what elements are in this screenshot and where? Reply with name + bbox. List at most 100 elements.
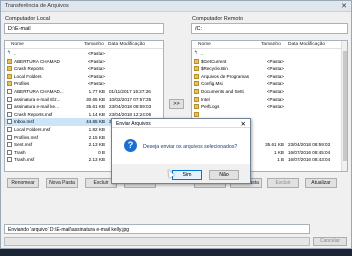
local-file-row[interactable]: ↰.. <Pasta> — [5, 50, 163, 58]
file-date: 23/04/2018 08:59:03 — [288, 142, 331, 148]
folder-icon — [7, 58, 12, 64]
local-new-folder-button[interactable]: Nova Pasta — [46, 178, 78, 188]
file-icon — [7, 157, 12, 163]
file-name: Profiles.msf — [14, 134, 38, 140]
local-label: Computador Local — [5, 16, 50, 22]
folder-icon — [194, 89, 199, 94]
remote-scrollbar[interactable] — [341, 41, 347, 171]
folder-icon — [194, 66, 199, 72]
folder-icon — [7, 73, 12, 79]
remote-file-row[interactable]: $GetCurrent <Pasta> — [192, 58, 347, 66]
local-file-row[interactable]: assinatura e-mail ke... 35.61 KB 23/04/201… — [5, 103, 163, 111]
remote-file-row[interactable]: Documents and Setti <Pasta> — [192, 88, 347, 96]
file-date: 23/04/2018 08:59:03 — [109, 104, 152, 110]
dialog-close-icon[interactable]: ✕ — [241, 120, 246, 128]
dialog-title: Enviar Arquivos — [116, 121, 151, 127]
file-name: Crash Reports.msf — [14, 111, 53, 117]
file-name: assinatura e-mail ke... — [14, 104, 59, 110]
file-name: Intel — [201, 96, 210, 102]
file-icon — [7, 89, 12, 94]
file-size: 44.65 KB — [86, 119, 105, 125]
file-size: 1.14 KB — [88, 111, 105, 117]
file-size: <Pasta> — [87, 73, 105, 79]
up-arrow-icon: ↰ — [194, 50, 199, 56]
cancel-button[interactable]: Cancelar — [313, 237, 347, 246]
local-file-row[interactable]: Crash Reports <Pasta> — [5, 65, 163, 73]
transfer-button[interactable]: >> — [169, 99, 184, 109]
remote-path-input[interactable]: /C: — [191, 23, 348, 34]
folder-icon — [194, 96, 199, 102]
file-name: Sent.msf — [14, 142, 33, 148]
file-name: Inbox.msf — [14, 119, 34, 125]
file-name: Config.Msi — [201, 81, 223, 87]
remote-file-row[interactable]: ↰.. — [192, 50, 347, 58]
file-date: 16/07/2016 08:45:04 — [288, 149, 331, 155]
folder-icon — [194, 111, 199, 117]
file-name: $GetCurrent — [201, 58, 227, 64]
transfer-progress-bar — [4, 237, 310, 246]
dialog-title-bar: Enviar Arquivos ✕ — [112, 119, 250, 128]
remote-header-name[interactable]: Nome — [198, 42, 211, 47]
remote-file-row[interactable]: PerfLogs <Pasta> — [192, 103, 347, 111]
file-name: .. — [201, 51, 204, 56]
file-name: Local Folders.msf — [14, 127, 51, 132]
dialog-no-button[interactable]: Não — [209, 170, 239, 180]
file-name: ABERTURA CHAMAD — [14, 58, 60, 64]
file-size: <Pasta> — [266, 58, 284, 64]
dialog-yes-button[interactable]: Sim — [172, 170, 202, 180]
status-text: Enviando 'arquivo' D:\E-mail\assinatura … — [4, 224, 310, 234]
remote-label: Computador Remoto — [192, 16, 244, 22]
up-arrow-icon: ↰ — [7, 50, 12, 56]
file-name: Profiles — [14, 81, 30, 87]
remote-file-row[interactable]: Intel <Pasta> — [192, 96, 347, 104]
local-header-date[interactable]: Data Modificação — [108, 42, 145, 47]
file-name: Local Folders — [14, 73, 42, 79]
file-size: <Pasta> — [266, 89, 284, 94]
remote-refresh-button[interactable]: Atualizar — [305, 178, 337, 188]
file-size: 2.13 KB — [88, 142, 105, 148]
file-name: .. — [14, 51, 17, 56]
file-size: <Pasta> — [87, 81, 105, 87]
remote-file-row[interactable]: Arquivos de Programas <Pasta> — [192, 73, 347, 81]
file-size: 1 B — [277, 157, 284, 163]
remote-file-row[interactable]: $Recycle.Bin <Pasta> — [192, 65, 347, 73]
file-transfer-window: Transferência de Arquivos ✕ Computador L… — [0, 0, 352, 249]
file-size: 2.13 KB — [88, 157, 105, 163]
folder-icon — [194, 81, 199, 87]
file-size: 35.61 KB — [86, 104, 105, 110]
local-file-row[interactable]: ABERTURA CHAMAD <Pasta> — [5, 58, 163, 66]
file-size: 1.77 KB — [88, 89, 105, 94]
file-name: PerfLogs — [201, 104, 220, 110]
remote-scrollbar-thumb[interactable] — [343, 51, 347, 161]
file-icon — [7, 111, 12, 117]
file-size: <Pasta> — [87, 66, 105, 72]
file-size: <Pasta> — [266, 96, 284, 102]
file-size: 35.61 KB — [265, 142, 284, 148]
file-size: 1 KB — [274, 149, 284, 155]
local-file-row[interactable]: ABERTURA CHAMAD... 1.77 KB 01/11/2017 15:2… — [5, 88, 163, 96]
file-name: Trash — [14, 149, 26, 155]
local-rename-button[interactable]: Renomear — [7, 178, 39, 188]
remote-header-date[interactable]: Data Modificação — [288, 42, 325, 47]
file-name: $Recycle.Bin — [201, 66, 228, 72]
question-icon: ? — [124, 139, 137, 152]
local-file-row[interactable]: Profiles <Pasta> — [5, 80, 163, 88]
local-file-row[interactable]: Local Folders <Pasta> — [5, 73, 163, 81]
remote-file-row[interactable]: Config.Msi <Pasta> — [192, 80, 347, 88]
local-header-size[interactable]: Tamanho — [84, 42, 104, 47]
close-icon[interactable]: ✕ — [341, 2, 347, 10]
dialog-message: Deseja enviar os arquivos selecionados? — [143, 144, 238, 150]
remote-delete-button[interactable]: Excluir — [267, 178, 299, 188]
file-date: 01/11/2017 15:27:26 — [109, 89, 151, 94]
local-file-row[interactable]: assinatura e-mail Elz... 30.65 KB 10/02/20… — [5, 96, 163, 104]
remote-header-size[interactable]: Tamanho — [261, 42, 281, 47]
file-icon — [7, 96, 12, 102]
file-icon — [7, 104, 12, 110]
file-date: 10/02/2017 07:57:35 — [109, 96, 152, 102]
local-path-input[interactable]: D:\E-mail — [4, 23, 164, 34]
file-name: Documents and Setti — [201, 89, 244, 94]
file-date: 23/04/2018 12:24:06 — [109, 111, 152, 117]
file-name: Trash.msf — [14, 157, 35, 163]
local-header-name[interactable]: Nome — [11, 42, 24, 47]
send-files-dialog: Enviar Arquivos ✕ ? Deseja enviar os arq… — [111, 118, 251, 184]
